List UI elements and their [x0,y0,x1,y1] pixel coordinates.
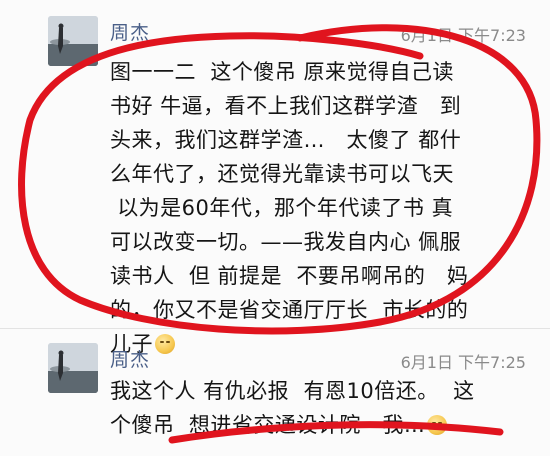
message-text-content: 我这个人 有仇必报 有恩10倍还。 这 个傻吊 想进省交通设计院 我… [110,379,475,437]
sender-name[interactable]: 周杰 [110,345,150,372]
timestamp: 6月1日 下午7:25 [400,353,526,372]
message-item: 周杰 6月1日 下午7:23 图一一二 这个傻吊 原来觉得自己读 书好 牛逼，看… [0,0,550,356]
message-text: 我这个人 有仇必报 有恩10倍还。 这 个傻吊 想进省交通设计院 我… [110,374,528,442]
avatar-image [48,16,98,66]
avatar-image [48,343,98,393]
avatar[interactable] [48,343,98,393]
grimace-emoji-icon [427,415,448,435]
message-item: 周杰 6月1日 下午7:25 我这个人 有仇必报 有恩10倍还。 这 个傻吊 想… [0,329,550,456]
message-feed: 周杰 6月1日 下午7:23 图一一二 这个傻吊 原来觉得自己读 书好 牛逼，看… [0,0,550,456]
message-text: 图一一二 这个傻吊 原来觉得自己读 书好 牛逼，看不上我们这群学渣 到 头来，我… [110,55,528,361]
sender-name[interactable]: 周杰 [110,18,150,45]
timestamp: 6月1日 下午7:23 [400,26,526,45]
message-text-content: 图一一二 这个傻吊 原来觉得自己读 书好 牛逼，看不上我们这群学渣 到 头来，我… [110,60,469,356]
avatar[interactable] [48,16,98,66]
